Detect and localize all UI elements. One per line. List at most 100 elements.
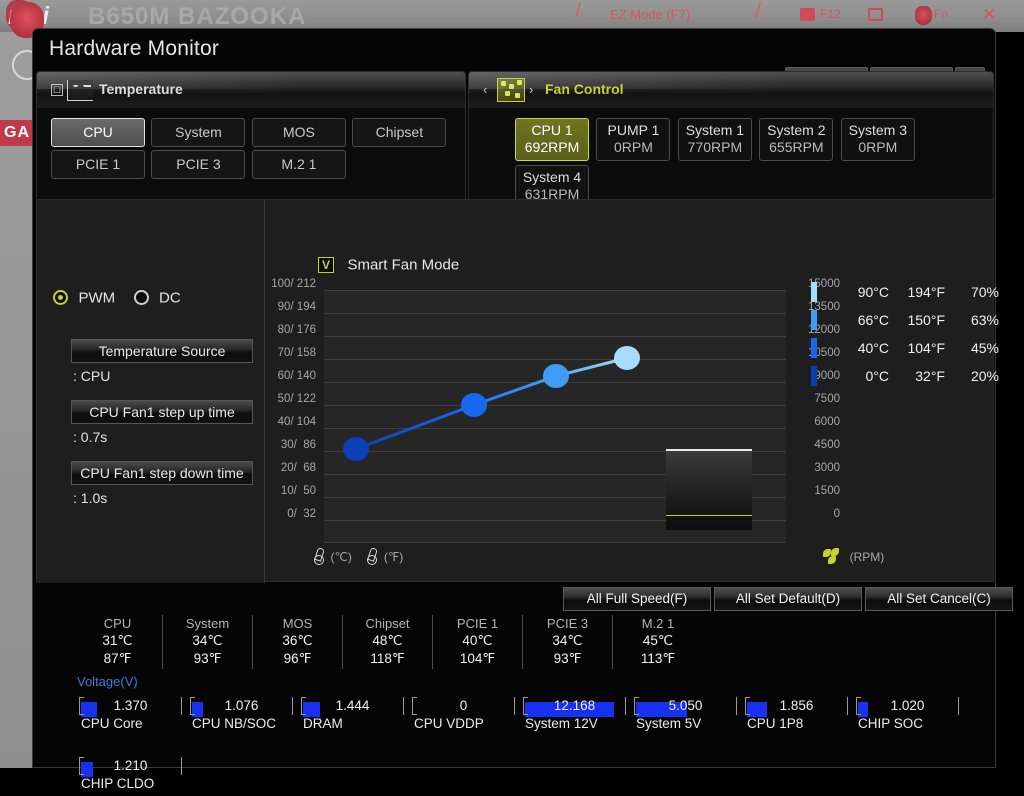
smart-fan-mode-checkbox[interactable]: V xyxy=(318,257,334,273)
temp-reading-name: PCIE 1 xyxy=(433,615,522,632)
axis-tick-label: 3000 xyxy=(790,462,840,474)
fan-curve-icon xyxy=(497,78,525,102)
temp-reading-pcie3: PCIE 3 34℃ 93℉ xyxy=(523,615,613,669)
voltage-name: System 12V xyxy=(525,716,598,731)
temp-reading-celsius: 40℃ xyxy=(433,632,522,649)
legend-temp-f: 194°F xyxy=(893,284,945,300)
fan-name: System 3 xyxy=(842,122,914,139)
thermometer-fahrenheit-icon xyxy=(367,548,376,565)
voltage-value: 5.050 xyxy=(634,697,737,715)
fan-rpm: 0RPM xyxy=(842,139,914,156)
fan-curve-line[interactable] xyxy=(324,290,786,543)
screenshot-icon[interactable] xyxy=(800,8,815,21)
curve-point-2[interactable] xyxy=(543,364,569,388)
temp-reading-celsius: 34℃ xyxy=(523,632,612,649)
curve-point-3[interactable] xyxy=(614,346,640,370)
curve-point-1[interactable] xyxy=(461,393,487,417)
temperature-readings: CPU 31℃ 87℉ System 34℃ 93℉ MOS 36℃ 96℉ C… xyxy=(73,615,993,669)
bios-close-icon[interactable]: ✕ xyxy=(982,5,996,25)
legend-duty: 70% xyxy=(951,284,999,300)
temp-reading-fahrenheit: 87℉ xyxy=(73,649,162,668)
voltage-item-system-5v: 5.050 System 5V xyxy=(634,693,737,733)
temp-reading-name: M.2 1 xyxy=(613,615,703,632)
temp-source-cpu[interactable]: CPU xyxy=(51,118,145,147)
f12-label: F12 xyxy=(820,7,841,21)
fan-button-system-1[interactable]: System 1 770RPM xyxy=(678,118,752,161)
temp-reading-name: MOS xyxy=(253,615,342,632)
fan-name: System 2 xyxy=(760,122,832,139)
temp-reading-mos: MOS 36℃ 96℉ xyxy=(253,615,343,669)
voltage-name: DRAM xyxy=(303,716,343,731)
temp-reading-name: PCIE 3 xyxy=(523,615,612,632)
fan-name: System 1 xyxy=(679,122,751,139)
axis-tick-label: 60/ 140 xyxy=(278,370,316,382)
temp-source-m2-1[interactable]: M.2 1 xyxy=(252,150,346,179)
legend-row[interactable]: 0°C 32°F 20% xyxy=(811,364,991,392)
fan-button-system-2[interactable]: System 2 655RPM xyxy=(759,118,833,161)
radio-dc[interactable]: DC xyxy=(134,289,181,307)
voltage-name: CPU 1P8 xyxy=(747,716,803,731)
temp-reading-m2-1: M.2 1 45℃ 113℉ xyxy=(613,615,703,669)
temp-reading-fahrenheit: 93℉ xyxy=(523,649,612,668)
temp-reading-fahrenheit: 104℉ xyxy=(433,649,522,668)
legend-swatch xyxy=(811,366,817,386)
ez-mode-button[interactable]: EZ Mode (F7) xyxy=(610,7,690,22)
temp-reading-name: Chipset xyxy=(343,615,432,632)
fan-icon xyxy=(823,548,840,565)
temp-source-chipset[interactable]: Chipset xyxy=(352,118,446,147)
fan-button-pump-1[interactable]: PUMP 1 0RPM xyxy=(596,118,670,161)
prev-panel-arrow-icon[interactable]: ‹ xyxy=(483,82,487,97)
legend-row[interactable]: 66°C 150°F 63% xyxy=(811,308,991,336)
axis-tick-label: 0 xyxy=(790,508,840,520)
temp-reading-fahrenheit: 93℉ xyxy=(163,649,252,668)
voltage-name: System 5V xyxy=(636,716,701,731)
step-down-time-field-value: : 1.0s xyxy=(73,490,107,506)
temperature-collapse-checkbox-icon[interactable]: ☐ xyxy=(51,84,63,96)
all-set-default-button[interactable]: All Set Default(D) xyxy=(714,587,862,611)
motherboard-model: B650M BAZOOKA xyxy=(88,3,306,31)
radio-pwm-icon xyxy=(53,290,68,305)
legend-row[interactable]: 90°C 194°F 70% xyxy=(811,280,991,308)
voltage-item-cpu-nb-soc: 1.076 CPU NB/SOC xyxy=(190,693,293,733)
legend-row[interactable]: 40°C 104°F 45% xyxy=(811,336,991,364)
legend-temp-f: 32°F xyxy=(893,368,945,384)
fan-name: PUMP 1 xyxy=(597,122,669,139)
fan-button-cpu-1[interactable]: CPU 1 692RPM xyxy=(515,118,589,161)
voltage-value: 1.210 xyxy=(79,757,182,775)
legend-swatch xyxy=(811,282,817,302)
fn-dragon-icon[interactable] xyxy=(915,6,932,25)
axis-tick-label: 70/ 158 xyxy=(278,347,316,359)
fan-button-system-3[interactable]: System 3 0RPM xyxy=(841,118,915,161)
temp-source-system[interactable]: System xyxy=(151,118,245,147)
radio-pwm[interactable]: PWM xyxy=(53,289,115,307)
temperature-source-field-label[interactable]: Temperature Source xyxy=(71,339,253,363)
axis-tick-label: 6000 xyxy=(790,416,840,428)
all-full-speed-button[interactable]: All Full Speed(F) xyxy=(563,587,711,611)
next-panel-arrow-icon[interactable]: › xyxy=(529,82,533,97)
temp-reading-chipset: Chipset 48℃ 118℉ xyxy=(343,615,433,669)
celsius-unit-label: (℃) xyxy=(330,550,351,564)
legend-temp-c: 0°C xyxy=(831,368,889,384)
voltage-value: 1.370 xyxy=(79,697,182,715)
fan-settings-column: PWM DC Temperature Source : CPU CPU Fan1… xyxy=(37,200,265,583)
all-set-cancel-button[interactable]: All Set Cancel(C) xyxy=(865,587,1013,611)
fahrenheit-unit-label: (℉) xyxy=(384,550,403,564)
temperature-panel-header: ☐ Temperature xyxy=(37,72,465,108)
step-down-time-field-label[interactable]: CPU Fan1 step down time xyxy=(71,461,253,485)
radio-dc-icon xyxy=(134,290,149,305)
temp-source-mos[interactable]: MOS xyxy=(252,118,346,147)
legend-duty: 20% xyxy=(951,368,999,384)
hardware-monitor-dialog: Hardware Monitor About Help X ☐ Temperat… xyxy=(32,28,996,768)
favorites-icon[interactable] xyxy=(868,8,883,21)
axis-tick-label: 90/ 194 xyxy=(278,301,316,313)
voltage-name: CPU Core xyxy=(81,716,143,731)
smart-fan-mode-row[interactable]: V Smart Fan Mode xyxy=(318,256,459,274)
temp-source-pcie1[interactable]: PCIE 1 xyxy=(51,150,145,179)
voltage-value: 1.444 xyxy=(301,697,404,715)
legend-swatch xyxy=(811,310,817,330)
step-up-time-field-label[interactable]: CPU Fan1 step up time xyxy=(71,400,253,424)
curve-point-0[interactable] xyxy=(343,437,369,461)
temp-source-pcie3[interactable]: PCIE 3 xyxy=(151,150,245,179)
axis-tick-label: 30/ 86 xyxy=(281,439,316,451)
axis-tick-label: 50/ 122 xyxy=(278,393,316,405)
